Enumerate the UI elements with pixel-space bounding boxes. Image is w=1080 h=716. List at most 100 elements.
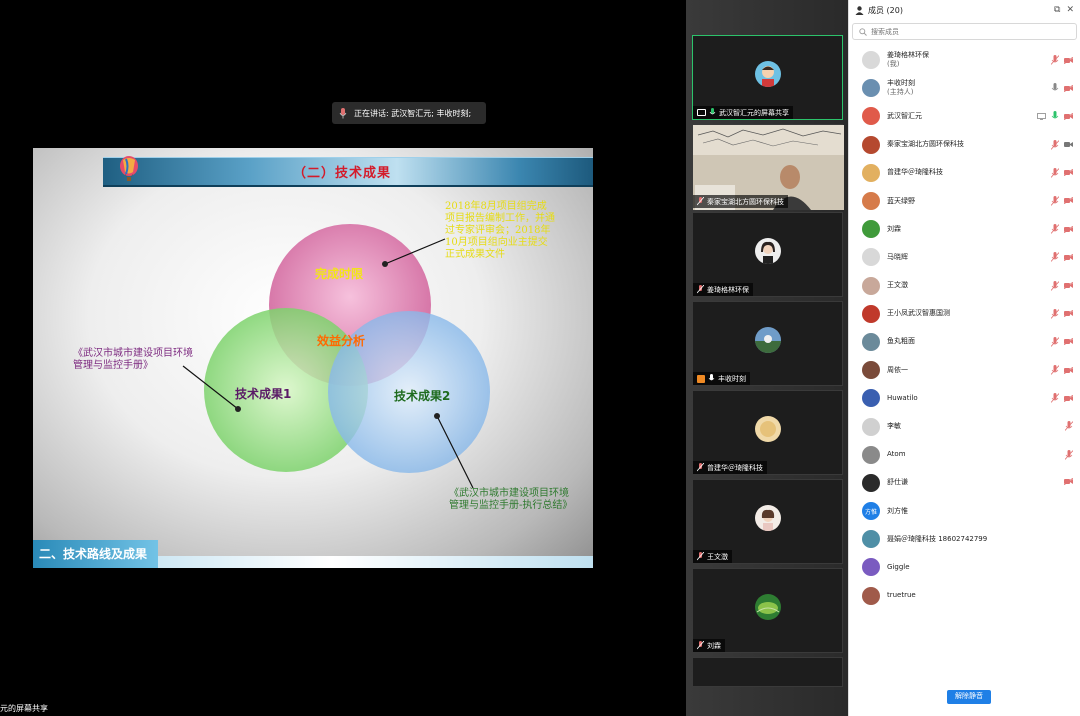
tile-name: 姜琦格林环保 <box>707 285 749 294</box>
video-off-icon <box>1064 310 1073 318</box>
gallery-tile[interactable]: 王文澂 <box>692 479 843 564</box>
member-status-icons <box>1051 83 1073 93</box>
gallery-tile[interactable]: 丰收时刻 <box>692 301 843 386</box>
gallery-tile[interactable]: 姜琦格林环保 <box>692 212 843 297</box>
member-row[interactable]: 蓝天绿野 <box>849 187 1080 215</box>
member-name: Huwatilo <box>887 393 918 402</box>
avatar: 方惟 <box>862 502 880 521</box>
member-row[interactable]: 周依一 <box>849 356 1080 384</box>
member-name: 王文澂 <box>887 281 908 290</box>
microphone-icon <box>1051 111 1059 119</box>
video-off-icon <box>1064 225 1073 233</box>
video-off-icon <box>1064 169 1073 177</box>
member-role: (我) <box>887 60 900 69</box>
tile-name-bar: 曾建华＠琦隆科技 <box>693 461 767 474</box>
member-status-icons <box>1051 280 1073 291</box>
member-name: 聂娟＠琦隆科技 18602742799 <box>887 534 988 543</box>
member-list[interactable]: 姜琦格林环保 (我) 丰收时刻 (主持人) 武汉智汇元 秦家宝湖北方圆环保科技 曾建华＠琦隆… <box>849 46 1080 610</box>
member-row[interactable]: 方惟 刘方惟 <box>849 497 1080 525</box>
member-row[interactable]: 刘霖 <box>849 215 1080 243</box>
member-role: (主持人) <box>887 88 914 97</box>
search-input[interactable] <box>871 27 1051 36</box>
popout-icon[interactable]: ⧉ <box>1054 5 1060 15</box>
tile-name: 刘霖 <box>707 641 721 650</box>
member-name: 姜琦格林环保 <box>887 51 929 60</box>
video-off-icon <box>1064 477 1073 485</box>
member-row[interactable]: 马晓辉 <box>849 243 1080 271</box>
avatar <box>755 327 781 353</box>
member-row[interactable]: 聂娟＠琦隆科技 18602742799 <box>849 525 1080 553</box>
member-row[interactable]: Huwatilo <box>849 384 1080 412</box>
avatar <box>862 107 880 126</box>
microphone-icon <box>338 107 348 119</box>
tile-name: 曾建华＠琦隆科技 <box>707 463 763 472</box>
video-off-icon <box>1064 84 1073 92</box>
member-status-icons <box>1051 393 1073 404</box>
member-row[interactable]: 王小凤武汉智惠国测 <box>849 300 1080 328</box>
close-icon[interactable]: ✕ <box>1066 5 1074 15</box>
panel-title: 成员 (20) <box>868 5 903 15</box>
member-row[interactable]: 秦家宝湖北方圆环保科技 <box>849 131 1080 159</box>
unmute-button[interactable]: 解除静音 <box>947 690 991 704</box>
search-box[interactable] <box>852 23 1077 40</box>
member-name: truetrue <box>887 591 916 600</box>
microphone-muted-icon <box>697 285 704 294</box>
member-row[interactable]: 曾建华＠琦隆科技 <box>849 159 1080 187</box>
gallery-tile[interactable]: 武汉智汇元的屏幕共享 <box>692 35 843 120</box>
member-name: 马晓辉 <box>887 252 908 261</box>
gallery-tile[interactable]: 刘霖 <box>692 568 843 653</box>
screen-share-view: 正在讲话: 武汉智汇元; 丰收时刻; （二）技术成果 完成时限 效益分析 技术成… <box>0 0 686 716</box>
avatar <box>755 416 781 442</box>
member-name: Atom <box>887 450 906 459</box>
person-icon <box>855 5 864 15</box>
member-name: 武汉智汇元 <box>887 111 922 120</box>
video-off-icon <box>1064 56 1073 64</box>
slide-bottom-strip <box>158 556 593 568</box>
member-row[interactable]: Giggle <box>849 553 1080 581</box>
venn-label-tech2: 技术成果2 <box>394 389 451 403</box>
microphone-icon <box>708 374 715 381</box>
member-row[interactable]: 姜琦格林环保 (我) <box>849 46 1080 74</box>
microphone-muted-icon <box>1065 449 1073 460</box>
microphone-muted-icon <box>1051 139 1059 150</box>
member-row[interactable]: 武汉智汇元 <box>849 102 1080 130</box>
member-row[interactable]: 鱼丸粗面 <box>849 328 1080 356</box>
avatar <box>862 79 880 98</box>
member-name: 李敏 <box>887 422 901 431</box>
tile-name-bar: 武汉智汇元的屏幕共享 <box>693 106 793 119</box>
avatar <box>862 135 880 154</box>
avatar <box>755 505 781 531</box>
gallery-tile-partial[interactable] <box>692 657 843 687</box>
microphone-muted-icon <box>1051 167 1059 178</box>
member-status-icons <box>1051 167 1073 178</box>
slide-footer-text: 二、技术路线及成果 <box>39 547 148 561</box>
member-row[interactable]: 李敏 <box>849 412 1080 440</box>
avatar <box>862 445 880 464</box>
video-icon <box>1064 142 1073 148</box>
member-row[interactable]: truetrue <box>849 582 1080 610</box>
member-status-icons <box>1065 421 1073 432</box>
tile-name-bar: 秦家宝湖北方圆环保科技 <box>693 195 788 208</box>
video-off-icon <box>1064 282 1073 289</box>
video-off-icon <box>1064 394 1073 402</box>
microphone-muted-icon <box>1051 195 1059 206</box>
member-row[interactable]: Atom <box>849 441 1080 469</box>
microphone-icon <box>1051 83 1059 91</box>
venn-label-tech1: 技术成果1 <box>235 387 292 401</box>
video-off-icon <box>1064 112 1073 120</box>
gallery-tile[interactable]: 曾建华＠琦隆科技 <box>692 390 843 475</box>
microphone-muted-icon <box>1051 393 1059 404</box>
member-row[interactable]: 王文澂 <box>849 272 1080 300</box>
member-row[interactable]: 丰收时刻 (主持人) <box>849 74 1080 102</box>
pointer-dot-tech2 <box>434 413 440 419</box>
member-name: 蓝天绿野 <box>887 196 915 205</box>
avatar <box>755 61 781 87</box>
microphone-muted-icon <box>1051 224 1059 234</box>
video-gallery[interactable]: 武汉智汇元的屏幕共享 秦家宝湖北方圆环保科技 姜琦格林环保 丰收时刻 曾建华＠琦… <box>686 0 848 716</box>
panel-header: 成员 (20) ⧉ ✕ <box>849 0 1080 20</box>
member-row[interactable]: 舒仕谦 <box>849 469 1080 497</box>
gallery-tile[interactable]: 秦家宝湖北方圆环保科技 <box>692 124 844 210</box>
microphone-muted-icon <box>1065 421 1073 432</box>
video-off-icon <box>1064 366 1073 374</box>
screen-share-icon <box>1037 112 1046 120</box>
